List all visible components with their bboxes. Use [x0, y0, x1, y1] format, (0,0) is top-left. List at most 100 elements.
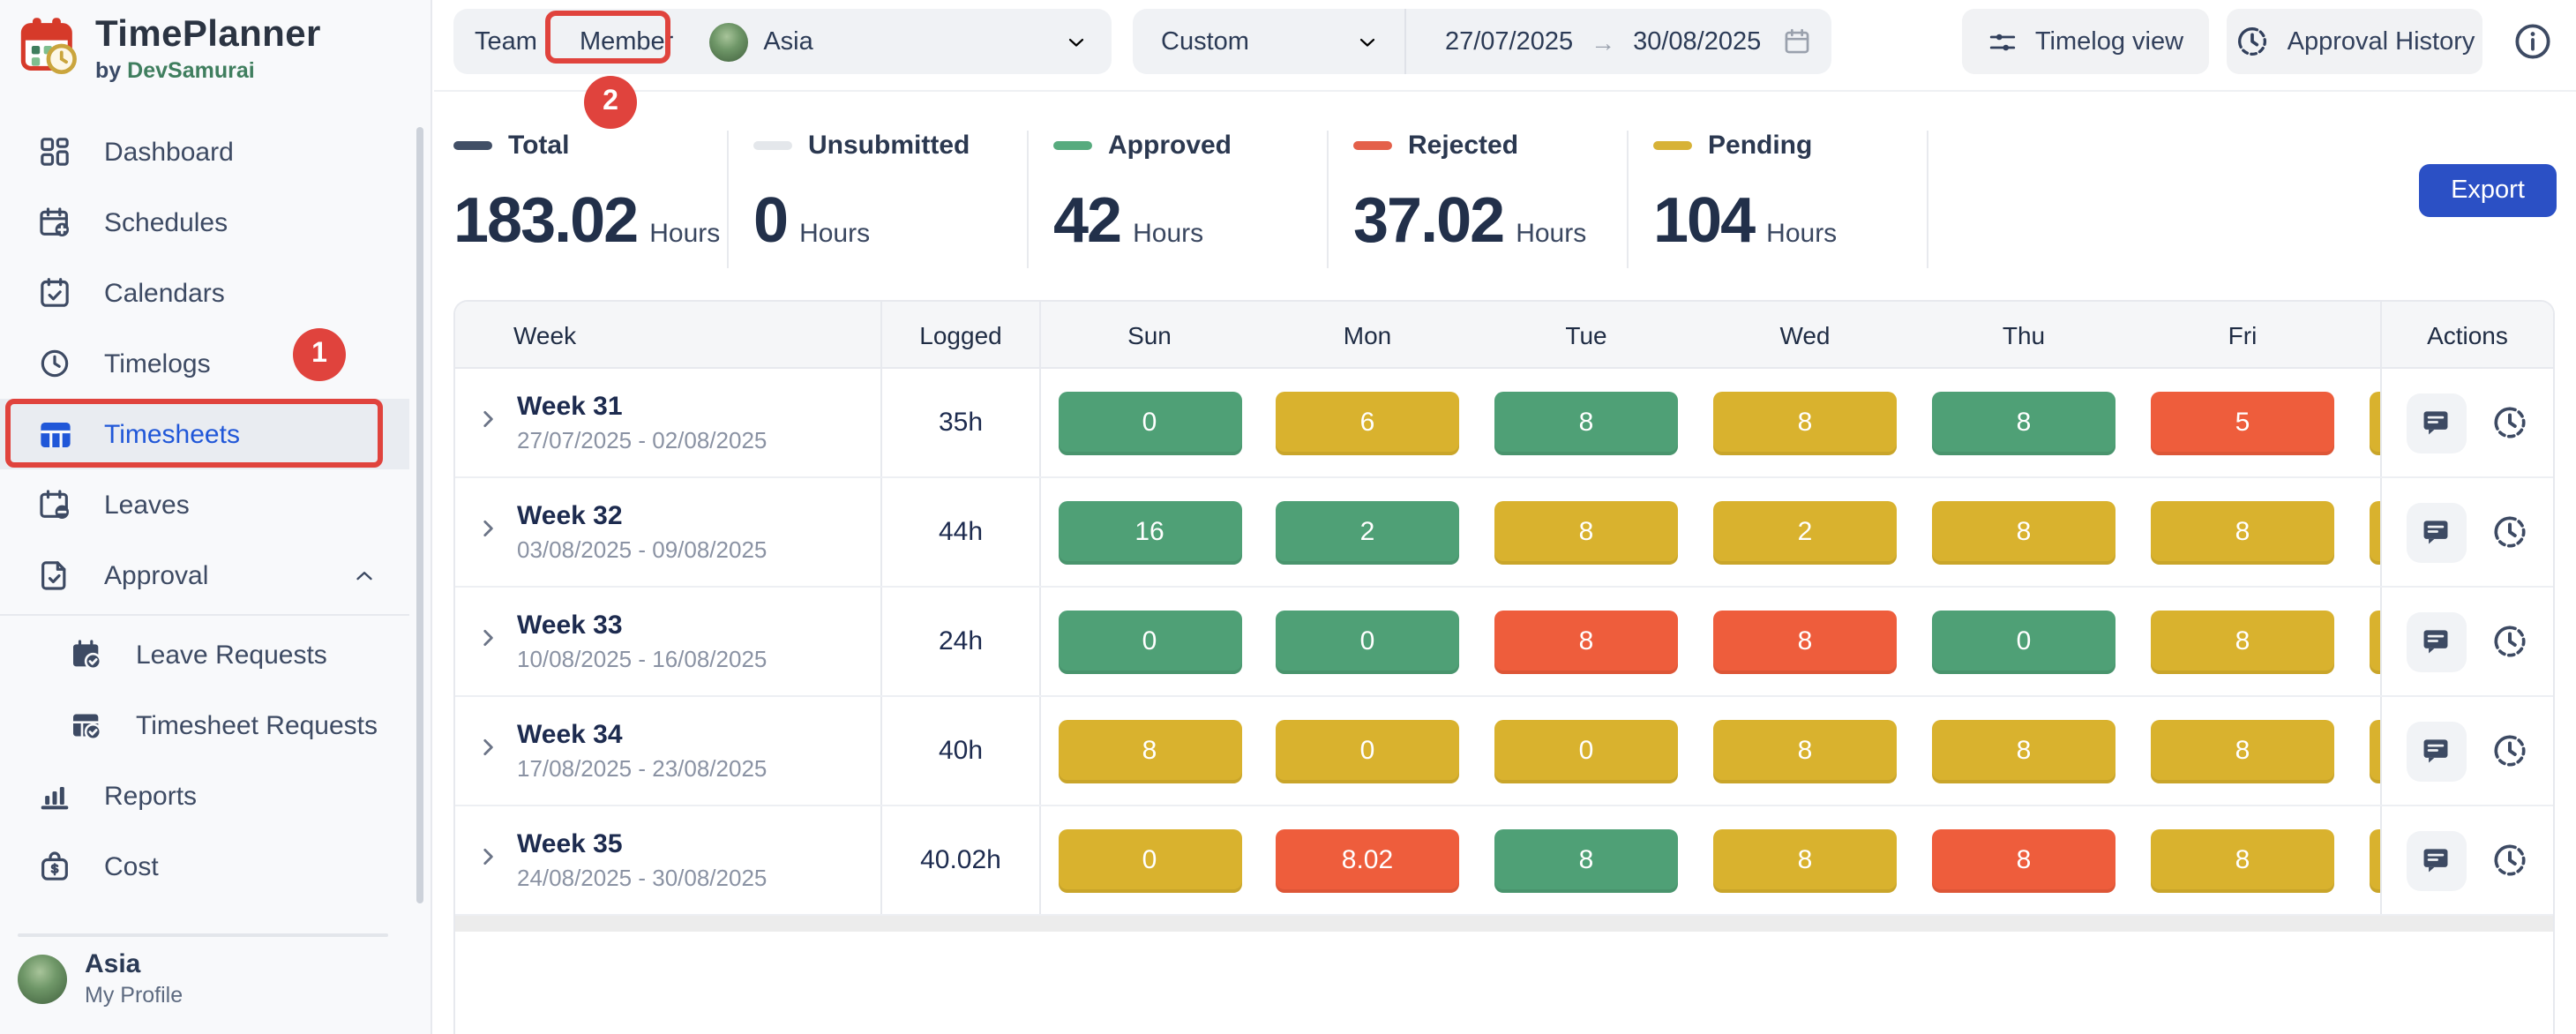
day-cell[interactable]: 0	[1494, 719, 1678, 783]
sidebar-item-timesheet-requests[interactable]: Timesheet Requests	[0, 690, 409, 761]
approval-history-button[interactable]: Approval History	[2227, 9, 2482, 74]
comment-icon[interactable]	[2406, 611, 2466, 671]
chevron-right-icon[interactable]	[476, 516, 499, 548]
team-toggle[interactable]: Team	[453, 27, 558, 56]
chevron-right-icon[interactable]	[476, 844, 499, 876]
horizontal-scrollbar[interactable]	[455, 916, 2553, 932]
sidebar-item-leaves[interactable]: Leaves	[0, 469, 409, 540]
day-cell[interactable]: 8.02	[1276, 828, 1459, 892]
day-cell[interactable]: 8	[2151, 500, 2334, 564]
day-cell[interactable]: 8	[1494, 391, 1678, 454]
history-icon[interactable]	[2489, 512, 2529, 552]
day-cell[interactable]: 8	[1932, 828, 2115, 892]
chevron-up-icon[interactable]	[351, 562, 378, 588]
day-cell[interactable]: 16	[1058, 500, 1241, 564]
sliders-icon	[1988, 26, 2019, 57]
date-range-input[interactable]: 27/07/2025 → 30/08/2025	[1445, 26, 1812, 56]
day-cell-clipped	[2370, 719, 2380, 783]
stat-dash	[1353, 141, 1392, 150]
day-cell[interactable]: 6	[1276, 391, 1459, 454]
sidebar-item-reports[interactable]: Reports	[0, 761, 409, 831]
date-to[interactable]: 30/08/2025	[1633, 27, 1761, 56]
member-select[interactable]: Asia	[708, 22, 1064, 61]
week-range: 03/08/2025 - 09/08/2025	[517, 536, 767, 563]
week-expander[interactable]: Week 33 10/08/2025 - 16/08/2025	[455, 588, 880, 695]
comment-icon[interactable]	[2406, 502, 2466, 562]
sidebar-item-dashboard[interactable]: Dashboard	[0, 116, 409, 187]
stat-label: Total	[508, 131, 569, 161]
day-cell[interactable]: 8	[2151, 719, 2334, 783]
info-icon[interactable]	[2512, 21, 2553, 62]
day-cell[interactable]: 8	[1713, 391, 1897, 454]
day-cell[interactable]: 0	[1276, 719, 1459, 783]
history-icon[interactable]	[2489, 621, 2529, 662]
clock-icon	[35, 344, 74, 383]
week-expander[interactable]: Week 34 17/08/2025 - 23/08/2025	[455, 697, 880, 805]
sidebar-scrollbar[interactable]	[416, 127, 423, 903]
day-cell[interactable]: 0	[1932, 610, 2115, 673]
day-cell[interactable]: 2	[1713, 500, 1897, 564]
table-check-icon	[67, 706, 106, 745]
logged-hours: 40h	[880, 697, 1039, 805]
day-cell[interactable]: 0	[1058, 391, 1241, 454]
export-button[interactable]: Export	[2419, 164, 2557, 217]
day-cell[interactable]: 8	[1932, 500, 2115, 564]
chevron-down-icon[interactable]	[1064, 29, 1089, 54]
stat-dash	[753, 141, 792, 150]
stat-unit: Hours	[649, 219, 720, 249]
week-title: Week 35	[517, 829, 767, 859]
calendar-icon[interactable]	[1782, 26, 1812, 56]
week-expander[interactable]: Week 31 27/07/2025 - 02/08/2025	[455, 369, 880, 476]
week-expander[interactable]: Week 35 24/08/2025 - 30/08/2025	[455, 806, 880, 914]
day-cell[interactable]: 8	[2151, 610, 2334, 673]
profile-card[interactable]: Asia My Profile	[18, 949, 183, 1008]
day-cell[interactable]: 8	[1494, 610, 1678, 673]
week-title: Week 33	[517, 611, 767, 641]
stat-value: 0	[753, 184, 787, 258]
day-cell[interactable]: 8	[1713, 828, 1897, 892]
day-cell[interactable]: 8	[1058, 719, 1241, 783]
week-expander[interactable]: Week 32 03/08/2025 - 09/08/2025	[455, 478, 880, 586]
app-window: TimePlanner by DevSamurai Dashboard Sche…	[0, 0, 2576, 1034]
day-cell[interactable]: 5	[2151, 391, 2334, 454]
day-cell[interactable]: 0	[1058, 828, 1241, 892]
sidebar-item-cost[interactable]: Cost	[0, 831, 409, 902]
sidebar-item-schedules[interactable]: Schedules	[0, 187, 409, 258]
day-cell[interactable]: 0	[1276, 610, 1459, 673]
date-from[interactable]: 27/07/2025	[1445, 27, 1573, 56]
day-cell[interactable]: 2	[1276, 500, 1459, 564]
day-cell[interactable]: 8	[1932, 391, 2115, 454]
comment-icon[interactable]	[2406, 393, 2466, 453]
history-icon[interactable]	[2489, 840, 2529, 880]
history-icon[interactable]	[2489, 731, 2529, 771]
day-cell[interactable]: 0	[1058, 610, 1241, 673]
sidebar-item-label: Timesheets	[104, 419, 240, 449]
sidebar-item-calendars[interactable]: Calendars	[0, 258, 409, 328]
timelog-view-button[interactable]: Timelog view	[1962, 9, 2209, 74]
comment-icon[interactable]	[2406, 830, 2466, 890]
sidebar-item-timelogs[interactable]: Timelogs	[0, 328, 409, 399]
col-mon: Mon	[1258, 302, 1477, 367]
history-icon[interactable]	[2489, 402, 2529, 443]
chevron-down-icon[interactable]	[1355, 29, 1380, 54]
sidebar-item-approval[interactable]: Approval	[0, 540, 409, 611]
cost-icon	[35, 847, 74, 886]
sidebar-item-timesheets[interactable]: Timesheets	[0, 399, 409, 469]
day-cell[interactable]: 8	[1932, 719, 2115, 783]
range-preset-select[interactable]: Custom	[1133, 27, 1249, 56]
col-logged: Logged	[880, 302, 1039, 367]
chevron-right-icon[interactable]	[476, 626, 499, 657]
table-icon	[35, 415, 74, 453]
chevron-right-icon[interactable]	[476, 407, 499, 438]
sidebar-item-leave-requests[interactable]: Leave Requests	[0, 619, 409, 690]
day-cell[interactable]: 8	[2151, 828, 2334, 892]
comment-icon[interactable]	[2406, 721, 2466, 781]
week-range: 10/08/2025 - 16/08/2025	[517, 646, 767, 672]
member-avatar	[708, 22, 747, 61]
member-toggle[interactable]: Member	[558, 27, 694, 56]
day-cell[interactable]: 8	[1713, 610, 1897, 673]
day-cell[interactable]: 8	[1713, 719, 1897, 783]
day-cell[interactable]: 8	[1494, 500, 1678, 564]
chevron-right-icon[interactable]	[476, 735, 499, 767]
day-cell[interactable]: 8	[1494, 828, 1678, 892]
